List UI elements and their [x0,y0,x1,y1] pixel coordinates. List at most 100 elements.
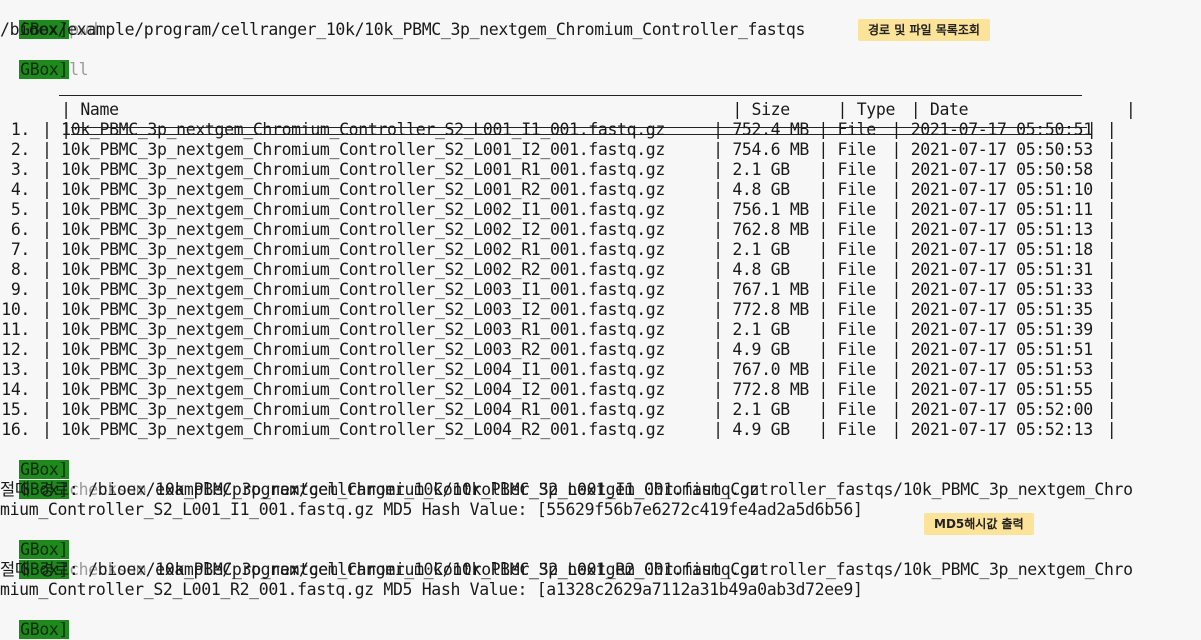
checksum-2-output-line-2: mium_Controller_S2_L001_R2_001.fastq.gz … [0,580,863,599]
file-size: 772.8 MB [732,380,810,399]
annotation-badge-md5: MD5해시값 출력 [924,513,1034,535]
table-row: 16. | 10k_PBMC_3p_nextgem_Chromium_Contro… [1,420,1117,440]
file-type: File [837,300,877,319]
file-size: 767.0 MB [732,360,810,379]
table-row: 5. | 10k_PBMC_3p_nextgem_Chromium_Control… [0,200,1117,220]
table-row: 10. | 10k_PBMC_3p_nextgem_Chromium_Contro… [1,300,1117,320]
file-size: 756.1 MB [732,200,810,219]
row-index: 7. [10,240,31,259]
table-row: 9. | 10k_PBMC_3p_nextgem_Chromium_Control… [0,280,1117,300]
table-row: 2. | 10k_PBMC_3p_nextgem_Chromium_Control… [0,140,1117,160]
file-type: File [837,400,877,419]
file-date: 2021-07-17 05:51:13 [910,220,1093,239]
table-separator: | | [61,120,1097,139]
file-type: File [837,320,877,339]
file-name[interactable]: 10k_PBMC_3p_nextgem_Chromium_Controller_… [61,420,713,440]
file-date: 2021-07-17 05:51:51 [910,340,1093,359]
table-row: 8. | 10k_PBMC_3p_nextgem_Chromium_Control… [0,260,1117,280]
file-date: 2021-07-17 05:51:10 [910,180,1093,199]
file-type: File [837,420,877,439]
file-date: 2021-07-17 05:51:55 [910,380,1093,399]
table-row: 15. | 10k_PBMC_3p_nextgem_Chromium_Contro… [1,400,1117,420]
file-date: 2021-07-17 05:51:33 [910,280,1093,299]
file-type: File [837,240,877,259]
table-row: 11. | 10k_PBMC_3p_nextgem_Chromium_Contro… [1,320,1117,340]
checksum-1-output-line-1: 절대 경로: /bioex/example/program/cellranger… [0,480,1133,499]
file-type: File [837,140,877,159]
file-size: 2.1 GB [732,240,790,259]
row-index: 4. [10,180,31,199]
file-size: 4.8 GB [732,260,790,279]
file-size: 4.9 GB [732,420,790,439]
row-index: 13. [1,360,30,379]
terminal-line-empty-2: GBox] [0,520,70,559]
file-type: File [837,220,877,239]
file-type: File [837,260,877,279]
row-index: 15. [1,400,30,419]
table-row: 12. | 10k_PBMC_3p_nextgem_Chromium_Contro… [1,340,1117,360]
table-row: 7. | 10k_PBMC_3p_nextgem_Chromium_Control… [0,240,1117,260]
file-type: File [837,180,877,199]
row-index: 6. [10,220,31,239]
file-name[interactable]: 10k_PBMC_3p_nextgem_Chromium_Controller_… [61,140,713,160]
file-date: 2021-07-17 05:51:18 [910,240,1093,259]
file-name[interactable]: 10k_PBMC_3p_nextgem_Chromium_Controller_… [61,360,713,380]
row-index: 2. [10,140,31,159]
file-size: 2.1 GB [732,320,790,339]
table-row: 1. | 10k_PBMC_3p_nextgem_Chromium_Control… [0,120,1117,140]
file-size: 772.8 MB [732,300,810,319]
file-date: 2021-07-17 05:51:39 [910,320,1093,339]
file-name[interactable]: 10k_PBMC_3p_nextgem_Chromium_Controller_… [61,340,713,360]
row-index: 1. [10,120,31,139]
file-name[interactable]: 10k_PBMC_3p_nextgem_Chromium_Controller_… [61,260,713,280]
row-index: 10. [1,300,30,319]
file-size: 4.8 GB [732,180,790,199]
row-index: 14. [1,380,30,399]
file-date: 2021-07-17 05:50:58 [910,160,1093,179]
file-date: 2021-07-17 05:51:11 [910,200,1093,219]
file-name[interactable]: 10k_PBMC_3p_nextgem_Chromium_Controller_… [61,320,713,340]
file-date: 2021-07-17 05:52:00 [910,400,1093,419]
table-header: | Name | Size | Type | Date | [61,100,1136,119]
file-name[interactable]: 10k_PBMC_3p_nextgem_Chromium_Controller_… [61,180,713,200]
file-size: 752.4 MB [732,120,810,139]
terminal-line-checksum-2: GBox]checksum 10k_PBMC_3p_nextgem_Chromi… [0,540,759,579]
row-index: 5. [10,200,31,219]
file-date: 2021-07-17 05:50:53 [910,140,1093,159]
file-name[interactable]: 10k_PBMC_3p_nextgem_Chromium_Controller_… [61,160,713,180]
annotation-badge-path: 경로 및 파일 목록조회 [858,19,990,41]
terminal-line-ll: GBox]ll [0,40,89,79]
file-date: 2021-07-17 05:51:53 [910,360,1093,379]
row-index: 16. [1,420,30,439]
table-row: 4. | 10k_PBMC_3p_nextgem_Chromium_Control… [0,180,1117,200]
shell-prompt: GBox] [19,620,70,639]
file-name[interactable]: 10k_PBMC_3p_nextgem_Chromium_Controller_… [61,380,713,400]
file-name[interactable]: 10k_PBMC_3p_nextgem_Chromium_Controller_… [61,280,713,300]
file-size: 754.6 MB [732,140,810,159]
terminal-line-empty-1: GBox] [0,440,70,479]
pwd-output: /bioex/example/program/cellranger_10k/10… [0,20,806,39]
file-name[interactable]: 10k_PBMC_3p_nextgem_Chromium_Controller_… [61,220,713,240]
table-row: 13. | 10k_PBMC_3p_nextgem_Chromium_Contro… [1,360,1117,380]
file-name[interactable]: 10k_PBMC_3p_nextgem_Chromium_Controller_… [61,400,713,420]
file-type: File [837,120,877,139]
terminal-line-pwd: GBox]pwd [0,0,98,39]
table-row: 6. | 10k_PBMC_3p_nextgem_Chromium_Control… [0,220,1117,240]
file-name[interactable]: 10k_PBMC_3p_nextgem_Chromium_Controller_… [61,120,713,140]
file-date: 2021-07-17 05:52:13 [910,420,1093,439]
table-top-rule [0,60,1083,96]
file-type: File [837,280,877,299]
file-size: 2.1 GB [732,400,790,419]
terminal-line-checksum-1: GBox]checksum 10k_PBMC_3p_nextgem_Chromi… [0,460,759,499]
checksum-1-output-line-2: mium_Controller_S2_L001_I1_001.fastq.gz … [0,500,863,519]
file-name[interactable]: 10k_PBMC_3p_nextgem_Chromium_Controller_… [61,240,713,260]
terminal-line-empty-3: GBox] [0,600,70,639]
table-row: 3. | 10k_PBMC_3p_nextgem_Chromium_Control… [0,160,1117,180]
file-name[interactable]: 10k_PBMC_3p_nextgem_Chromium_Controller_… [61,300,713,320]
file-size: 4.9 GB [732,340,790,359]
file-date: 2021-07-17 05:50:51 [910,120,1093,139]
file-name[interactable]: 10k_PBMC_3p_nextgem_Chromium_Controller_… [61,200,713,220]
file-type: File [837,340,877,359]
row-index: 9. [10,280,31,299]
file-type: File [837,360,877,379]
